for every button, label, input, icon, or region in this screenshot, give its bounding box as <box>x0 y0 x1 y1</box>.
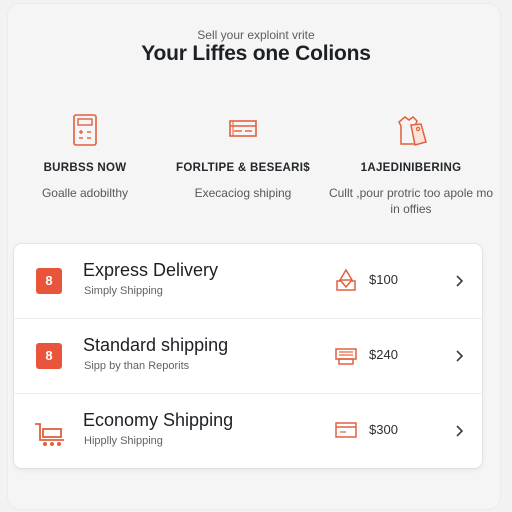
shipping-option-standard[interactable]: 8 Standard shipping Sipp by than Reporit… <box>14 318 482 393</box>
feature-2-title: FORLTIPE & BESEARI$ <box>176 162 310 174</box>
shirt-tag-icon <box>398 116 427 146</box>
card-icon <box>335 422 357 438</box>
option-name: Economy Shipping <box>83 410 234 430</box>
option-name: Standard shipping <box>83 335 229 355</box>
page-title: Your Liffes one Colions <box>141 42 371 65</box>
card-stack-icon <box>229 120 257 137</box>
cart-icon <box>35 423 64 446</box>
option-price: $100 <box>369 272 398 287</box>
option-name: Express Delivery <box>83 260 219 280</box>
chevron-right-icon[interactable] <box>454 423 466 439</box>
shipping-options-card: 8 Express Delivery Simply Shipping $100 … <box>14 244 482 468</box>
option-price: $300 <box>369 422 398 437</box>
page-subtitle: Sell your exploint vrite <box>197 28 315 42</box>
chevron-right-icon[interactable] <box>454 348 466 364</box>
feature-1: BURBSS NOW Goalle adobilthy <box>0 112 170 201</box>
box-pyramid-icon <box>336 268 356 291</box>
feature-3: 1AJEDINIBERING Cullt ,pour protric too a… <box>326 112 496 217</box>
option-subtitle: Sipp by than Reporits <box>84 360 190 372</box>
chevron-right-icon[interactable] <box>454 273 466 289</box>
feature-2-desc: Execaciog shiping <box>194 186 292 200</box>
option-subtitle: Hipplly Shipping <box>84 435 163 447</box>
feature-2: FORLTIPE & BESEARI$ Execaciog shiping <box>158 112 328 201</box>
option-badge: 8 <box>36 343 62 369</box>
feature-1-desc: Goalle adobilthy <box>41 186 129 200</box>
cash-register-icon <box>335 348 357 365</box>
feature-1-title: BURBSS NOW <box>43 162 127 174</box>
option-price: $240 <box>369 347 398 362</box>
feature-3-desc: Cullt ,pour protric too apole mo in offi… <box>328 186 494 216</box>
feature-3-title: 1AJEDINIBERING <box>360 162 462 174</box>
shipping-option-express[interactable]: 8 Express Delivery Simply Shipping $100 <box>14 244 482 318</box>
option-subtitle: Simply Shipping <box>84 285 163 297</box>
shipping-option-economy[interactable]: Economy Shipping Hipplly Shipping $300 <box>14 393 482 468</box>
calculator-icon <box>73 114 97 146</box>
option-badge: 8 <box>36 268 62 294</box>
